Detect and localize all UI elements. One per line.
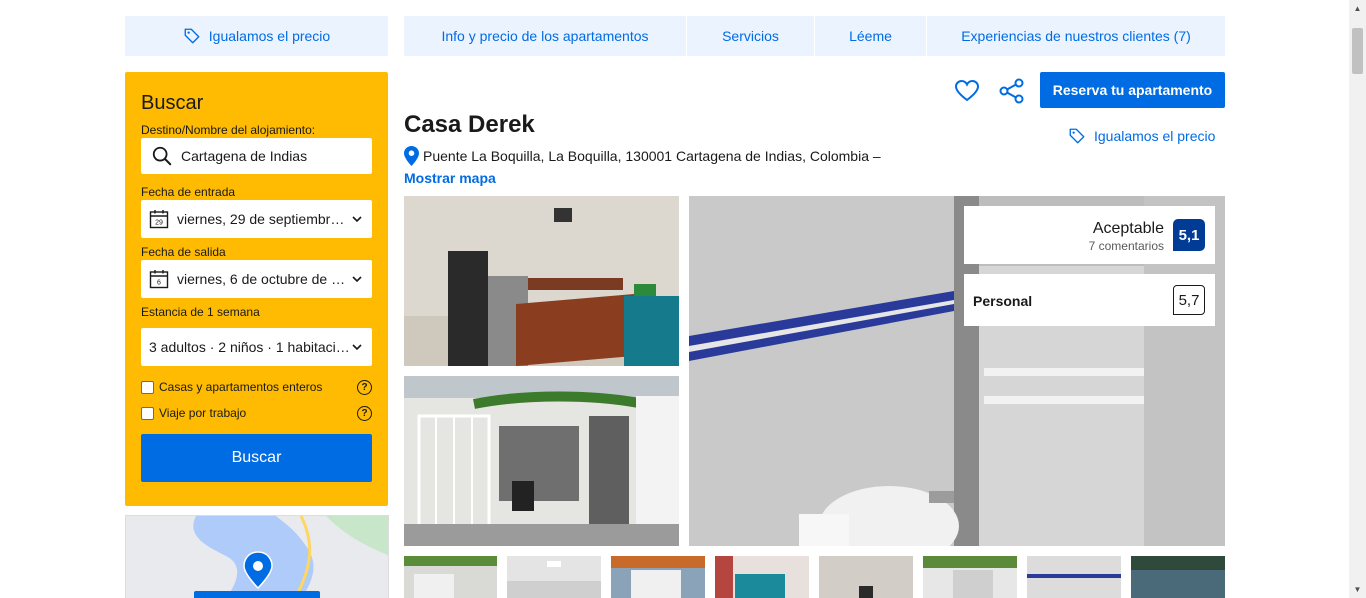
- search-title: Buscar: [141, 92, 204, 114]
- map-pin-icon: [404, 146, 419, 166]
- thumbnail[interactable]: [611, 556, 705, 598]
- guests-select[interactable]: 3 adultos · 2 niños · 1 habitación: [141, 328, 372, 366]
- thumbnail[interactable]: [715, 556, 809, 598]
- thumbnail[interactable]: [404, 556, 497, 598]
- kitchen-photo-image: [404, 196, 679, 366]
- filter-work-label[interactable]: Viaje por trabajo: [159, 406, 357, 420]
- tab-readme-label: Léeme: [849, 28, 892, 44]
- help-icon[interactable]: ?: [357, 379, 372, 395]
- thumbnail-image: [715, 556, 809, 598]
- thumbnail[interactable]: [1131, 556, 1225, 598]
- scroll-thumb[interactable]: [1352, 28, 1363, 74]
- property-address: Puente La Boquilla, La Boquilla, 130001 …: [404, 146, 881, 166]
- search-button[interactable]: Buscar: [141, 434, 372, 482]
- tab-info-label: Info y precio de los apartamentos: [441, 28, 649, 44]
- thumbnail[interactable]: [507, 556, 601, 598]
- scroll-down-arrow-icon[interactable]: ▼: [1349, 581, 1366, 598]
- thumbnail-image: [507, 556, 601, 598]
- filter-work-row: Viaje por trabajo ?: [141, 404, 372, 422]
- thumbnail-image: [1027, 556, 1121, 598]
- staff-rating-card: Personal 5,7: [964, 274, 1215, 326]
- checkout-field[interactable]: 6 viernes, 6 de octubre de 2023: [141, 260, 372, 298]
- heart-icon[interactable]: [954, 78, 980, 104]
- thumbnail[interactable]: [819, 556, 913, 598]
- stay-label: Estancia de 1 semana: [141, 305, 260, 319]
- destination-label: Destino/Nombre del alojamiento:: [141, 123, 316, 137]
- share-icon[interactable]: [999, 78, 1025, 104]
- thumbnail-image: [611, 556, 705, 598]
- chevron-down-icon: [352, 344, 362, 351]
- tab-reviews-label: Experiencias de nuestros clientes (7): [961, 28, 1191, 44]
- thumbnail-image: [1131, 556, 1225, 598]
- staff-score-badge: 5,7: [1173, 285, 1205, 315]
- price-match-label: Igualamos el precio: [1094, 128, 1216, 144]
- tab-services-label: Servicios: [722, 28, 779, 44]
- checkout-value: viernes, 6 de octubre de 2023: [177, 271, 350, 287]
- rating-word: Aceptable: [1092, 220, 1164, 237]
- tab-info[interactable]: Info y precio de los apartamentos: [404, 16, 686, 56]
- rating-score-badge: 5,1: [1173, 219, 1205, 251]
- rating-card[interactable]: Aceptable 7 comentarios 5,1: [964, 206, 1215, 264]
- photo-kitchen[interactable]: [404, 196, 679, 366]
- show-map-link[interactable]: Mostrar mapa: [404, 170, 496, 186]
- tab-readme[interactable]: Léeme: [815, 16, 926, 56]
- scroll-up-arrow-icon[interactable]: ▲: [1349, 0, 1366, 17]
- thumbnail-image: [404, 556, 497, 598]
- property-title: Casa Derek: [404, 111, 535, 138]
- help-icon[interactable]: ?: [357, 405, 372, 421]
- tag-icon: [1069, 128, 1085, 144]
- rating-count: 7 comentarios: [1088, 239, 1164, 253]
- checkout-day: 6: [157, 280, 161, 287]
- checkin-value: viernes, 29 de septiembre de 2023: [177, 211, 350, 227]
- calendar-icon: 6: [149, 270, 169, 289]
- photo-facade[interactable]: [404, 376, 679, 546]
- checkin-field[interactable]: 29 viernes, 29 de septiembre de 2023: [141, 200, 372, 238]
- chevron-down-icon: [352, 276, 362, 283]
- guests-value: 3 adultos · 2 niños · 1 habitación: [149, 339, 350, 355]
- tab-price-match[interactable]: Igualamos el precio: [125, 16, 388, 56]
- map-image: [126, 516, 388, 598]
- price-match-link[interactable]: Igualamos el precio: [1068, 127, 1215, 145]
- search-icon: [152, 146, 172, 166]
- tab-services[interactable]: Servicios: [687, 16, 814, 56]
- filter-entire-row: Casas y apartamentos enteros ?: [141, 378, 372, 396]
- thumbnail[interactable]: [923, 556, 1017, 598]
- address-text: Puente La Boquilla, La Boquilla, 130001 …: [423, 148, 881, 164]
- filter-work-checkbox[interactable]: [141, 406, 154, 420]
- calendar-icon: 29: [149, 210, 169, 229]
- destination-input[interactable]: Cartagena de Indias: [141, 138, 372, 174]
- thumbnail-image: [819, 556, 913, 598]
- staff-label: Personal: [973, 293, 1033, 309]
- reserve-button[interactable]: Reserva tu apartamento: [1040, 72, 1225, 108]
- thumbnail[interactable]: [1027, 556, 1121, 598]
- checkin-label: Fecha de entrada: [141, 185, 236, 199]
- search-panel: Buscar Destino/Nombre del alojamiento: C…: [125, 72, 388, 506]
- map-preview[interactable]: [125, 515, 389, 598]
- checkin-day: 29: [155, 220, 163, 227]
- filter-entire-checkbox[interactable]: [141, 380, 154, 394]
- checkout-label: Fecha de salida: [141, 245, 226, 259]
- chevron-down-icon: [352, 216, 362, 223]
- facade-photo-image: [404, 376, 679, 546]
- tab-reviews[interactable]: Experiencias de nuestros clientes (7): [927, 16, 1225, 56]
- page-scrollbar[interactable]: [1349, 0, 1366, 598]
- tag-icon: [184, 28, 200, 44]
- tab-price-match-label: Igualamos el precio: [208, 28, 331, 44]
- filter-entire-label[interactable]: Casas y apartamentos enteros: [159, 380, 357, 394]
- thumbnail-image: [923, 556, 1017, 598]
- destination-value: Cartagena de Indias: [181, 148, 308, 164]
